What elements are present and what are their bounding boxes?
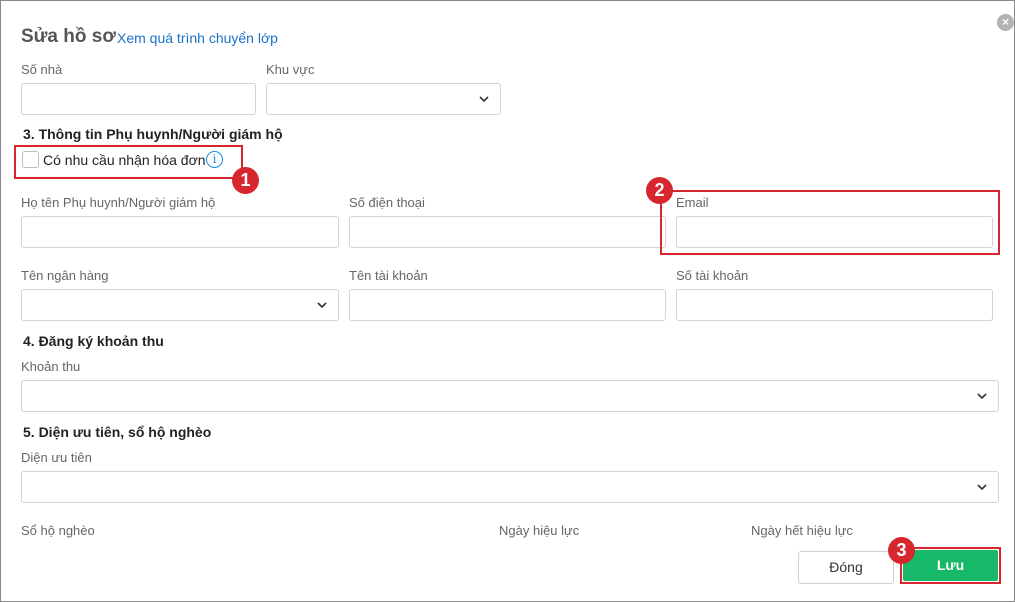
chevron-down-icon xyxy=(977,393,987,400)
bank-name-select[interactable] xyxy=(21,289,339,321)
fees-section-title: 4. Đăng ký khoản thu xyxy=(23,333,164,349)
invoice-checkbox[interactable] xyxy=(22,151,39,168)
close-icon[interactable]: × xyxy=(997,14,1014,31)
guardian-name-label: Họ tên Phụ huynh/Người giám hộ xyxy=(21,195,216,210)
phone-label: Số điện thoại xyxy=(349,195,425,210)
house-number-label: Số nhà xyxy=(21,62,63,77)
priority-section-title: 5. Diện ưu tiên, sổ hộ nghèo xyxy=(23,424,212,440)
poor-book-label: Sổ hộ nghèo xyxy=(21,523,95,538)
house-number-input[interactable] xyxy=(21,83,256,115)
account-name-label: Tên tài khoản xyxy=(349,268,428,283)
priority-label: Diện ưu tiên xyxy=(21,450,92,465)
save-button[interactable]: Lưu xyxy=(903,550,998,581)
bank-name-label: Tên ngân hàng xyxy=(21,268,109,283)
email-label: Email xyxy=(676,195,709,210)
area-select[interactable] xyxy=(266,83,501,115)
transfer-history-link[interactable]: Xem quá trình chuyển lớp xyxy=(117,30,278,46)
edit-profile-dialog: Sửa hồ sơ Xem quá trình chuyển lớp × Số … xyxy=(0,0,1015,602)
guardian-section-title: 3. Thông tin Phụ huynh/Người giám hộ xyxy=(23,126,283,142)
phone-input[interactable] xyxy=(349,216,666,248)
effective-date-label: Ngày hiệu lực xyxy=(499,523,580,538)
chevron-down-icon xyxy=(977,484,987,491)
priority-select[interactable] xyxy=(21,471,999,503)
annotation-badge-2: 2 xyxy=(646,177,673,204)
chevron-down-icon xyxy=(317,302,327,309)
info-icon[interactable]: i xyxy=(206,151,223,168)
account-number-input[interactable] xyxy=(676,289,993,321)
invoice-checkbox-label: Có nhu cầu nhận hóa đơn xyxy=(43,152,206,168)
area-label: Khu vực xyxy=(266,62,315,77)
fee-select[interactable] xyxy=(21,380,999,412)
email-input[interactable] xyxy=(676,216,993,248)
close-button[interactable]: Đóng xyxy=(798,551,894,584)
fee-label: Khoản thu xyxy=(21,359,81,374)
guardian-name-input[interactable] xyxy=(21,216,339,248)
annotation-badge-3: 3 xyxy=(888,537,915,564)
annotation-badge-1: 1 xyxy=(232,167,259,194)
dialog-title: Sửa hồ sơ xyxy=(21,26,116,47)
account-name-input[interactable] xyxy=(349,289,666,321)
chevron-down-icon xyxy=(479,96,489,103)
expiry-date-label: Ngày hết hiệu lực xyxy=(751,523,853,538)
account-number-label: Số tài khoản xyxy=(676,268,749,283)
